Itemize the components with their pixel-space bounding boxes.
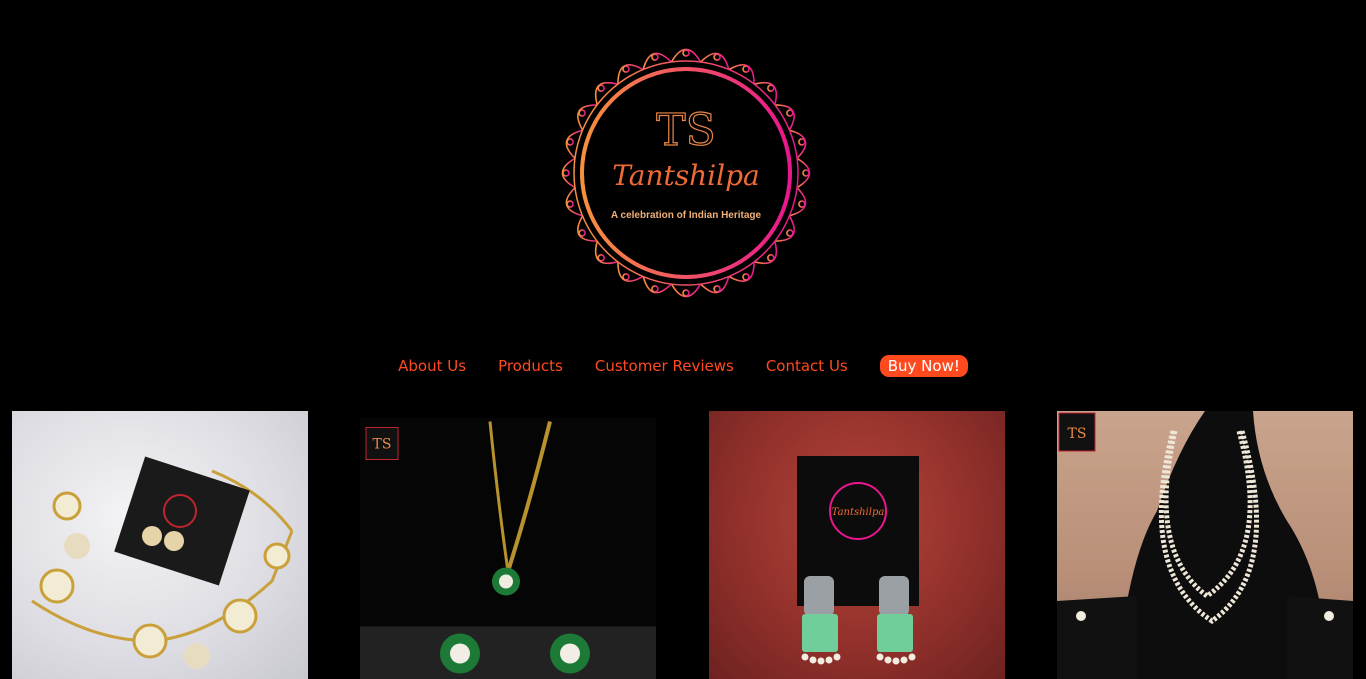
mandala-dot bbox=[651, 285, 659, 293]
mandala-dot bbox=[562, 169, 570, 177]
nav-contact-us[interactable]: Contact Us bbox=[766, 355, 848, 377]
product-image-green-earrings[interactable]: Tantshilpa bbox=[709, 411, 1005, 679]
mandala-dot bbox=[566, 200, 574, 208]
mandala-dot bbox=[802, 169, 810, 177]
mandala-dot bbox=[622, 273, 630, 281]
mandala-dot bbox=[798, 200, 806, 208]
product-image-necklace-gold[interactable] bbox=[12, 411, 308, 679]
svg-text:TS: TS bbox=[373, 437, 392, 453]
mandala-dot bbox=[622, 65, 630, 73]
mandala-dot bbox=[682, 49, 690, 57]
mandala-dot bbox=[713, 285, 721, 293]
gold-necklace-image bbox=[31, 456, 294, 669]
nav-products[interactable]: Products bbox=[498, 355, 563, 377]
product-image-pearl-necklace[interactable]: TS bbox=[1057, 411, 1353, 679]
logo-brand-name: Tantshilpa bbox=[612, 159, 759, 192]
logo-tagline: A celebration of Indian Heritage bbox=[611, 210, 762, 221]
mandala-dot bbox=[798, 138, 806, 146]
mandala-dot bbox=[786, 229, 794, 237]
mandala-dot bbox=[578, 109, 586, 117]
pearl-necklace-image: TS bbox=[1057, 411, 1353, 679]
mandala-dot bbox=[566, 138, 574, 146]
mandala-dot bbox=[651, 53, 659, 61]
nav-customer-reviews[interactable]: Customer Reviews bbox=[595, 355, 734, 377]
green-earrings-image: Tantshilpa bbox=[797, 456, 919, 665]
mandala-dot bbox=[767, 84, 775, 92]
svg-text:Tantshilpa: Tantshilpa bbox=[832, 507, 885, 518]
mandala-dot bbox=[767, 254, 775, 262]
mandala-dot bbox=[682, 289, 690, 297]
product-image-green-pendant[interactable]: TS bbox=[360, 418, 656, 679]
svg-text:TS: TS bbox=[1068, 426, 1087, 442]
main-nav: About Us Products Customer Reviews Conta… bbox=[0, 355, 1366, 377]
mandala-dot bbox=[597, 254, 605, 262]
mandala-dot bbox=[742, 273, 750, 281]
mandala-dot bbox=[742, 65, 750, 73]
mandala-dot bbox=[578, 229, 586, 237]
mandala-dot bbox=[786, 109, 794, 117]
logo-monogram: TS bbox=[656, 105, 716, 156]
nav-about-us[interactable]: About Us bbox=[398, 355, 466, 377]
buy-now-button[interactable]: Buy Now! bbox=[879, 355, 968, 377]
mandala-logo-icon: TS Tantshilpa A celebration of Indian He… bbox=[561, 48, 811, 298]
mandala-dot bbox=[597, 84, 605, 92]
mandala-dot bbox=[713, 53, 721, 61]
green-pendant-image: TS bbox=[360, 421, 656, 679]
brand-logo[interactable]: TS Tantshilpa A celebration of Indian He… bbox=[546, 33, 826, 313]
